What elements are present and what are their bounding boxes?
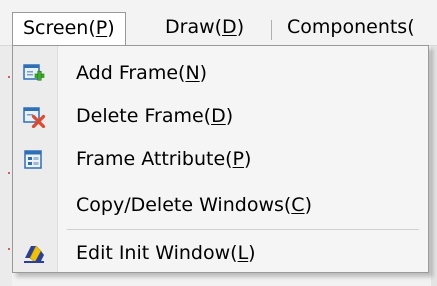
background-mark <box>8 172 10 174</box>
menu-separator <box>271 20 272 40</box>
menu-item-frame-attribute[interactable]: Frame Attribute(P) <box>14 140 427 178</box>
frame-attribute-icon <box>23 149 45 171</box>
menu-components[interactable]: Components( <box>279 12 423 46</box>
label-text: Edit Init Window( <box>76 242 238 264</box>
label-text: Add Frame( <box>76 62 186 84</box>
label-mnemonic: D <box>211 105 226 127</box>
label-mnemonic: L <box>237 242 249 264</box>
label-mnemonic: C <box>291 194 305 216</box>
label-suffix: ) <box>225 105 234 127</box>
menu-bar: Screen(P) Draw(D) Components( <box>0 0 437 46</box>
menu-item-label: Edit Init Window(L) <box>76 234 256 272</box>
background-mark <box>8 248 10 250</box>
label-mnemonic: N <box>185 62 200 84</box>
label-text: Delete Frame( <box>76 105 212 127</box>
screen-dropdown-menu: Add Frame(N) Delete Frame(D) Frame Attri… <box>12 45 429 273</box>
label-text: Frame Attribute( <box>76 148 233 170</box>
menu-screen-label: Screen( <box>23 17 96 39</box>
menu-item-copy-delete-windows[interactable]: Copy/Delete Windows(C) <box>14 186 427 224</box>
background-strip-right <box>431 45 437 286</box>
menu-screen-suffix: ) <box>107 17 115 39</box>
menu-item-label: Frame Attribute(P) <box>76 140 251 178</box>
menu-screen[interactable]: Screen(P) <box>12 12 126 46</box>
menu-components-label: Components( <box>287 16 415 38</box>
menu-item-edit-init-window[interactable]: Edit Init Window(L) <box>14 234 427 272</box>
label-mnemonic: P <box>232 148 245 170</box>
menu-draw[interactable]: Draw(D) <box>157 12 252 46</box>
menu-draw-suffix: ) <box>236 16 245 38</box>
label-text: Copy/Delete Windows( <box>76 194 292 216</box>
edit-init-window-icon <box>23 243 45 265</box>
label-suffix: ) <box>304 194 312 216</box>
menu-item-delete-frame[interactable]: Delete Frame(D) <box>14 97 427 135</box>
background-mark <box>8 76 10 78</box>
menu-divider <box>67 229 419 230</box>
menu-screen-mnemonic: P <box>95 17 108 39</box>
menu-draw-label: Draw( <box>165 16 223 38</box>
label-suffix: ) <box>199 62 208 84</box>
menu-item-label: Copy/Delete Windows(C) <box>76 186 312 224</box>
delete-frame-icon <box>23 106 46 129</box>
menu-item-label: Delete Frame(D) <box>76 97 233 135</box>
background-strip-left <box>0 46 12 286</box>
label-suffix: ) <box>244 148 252 170</box>
add-frame-icon <box>23 63 45 85</box>
label-suffix: ) <box>248 242 256 264</box>
menu-draw-mnemonic: D <box>222 16 237 38</box>
menu-item-label: Add Frame(N) <box>76 54 207 92</box>
menu-item-add-frame[interactable]: Add Frame(N) <box>14 54 427 92</box>
